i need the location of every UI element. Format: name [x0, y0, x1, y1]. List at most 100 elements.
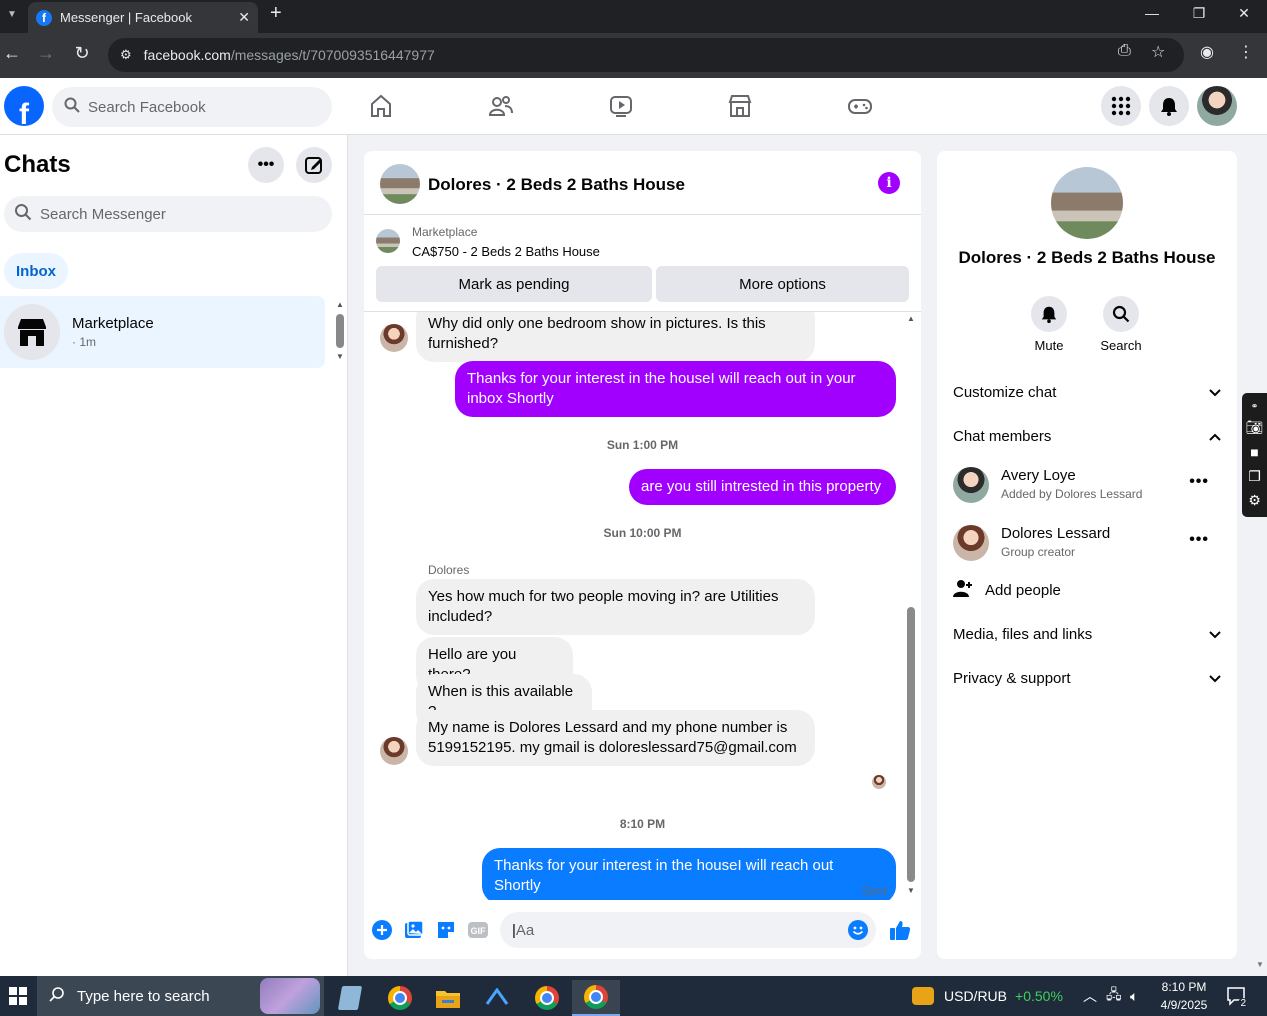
customize-chat-section[interactable]: Customize chat	[953, 378, 1221, 406]
chat-list-item-marketplace[interactable]: Marketplace · 1m	[0, 296, 325, 368]
new-tab-icon[interactable]: +	[270, 2, 282, 25]
new-message-compose-icon[interactable]	[296, 147, 332, 183]
scroll-down-arrow-icon[interactable]: ▼	[907, 886, 915, 895]
chrome-profile-app-icon[interactable]	[523, 980, 571, 1016]
more-actions-plus-icon[interactable]	[371, 919, 393, 941]
show-hidden-icons-chevron-icon[interactable]: ︿	[1083, 976, 1097, 1016]
message-input[interactable]: | Aa	[500, 912, 876, 948]
remote-desktop-icon[interactable]	[473, 980, 521, 1016]
facebook-logo-icon[interactable]: f	[4, 86, 44, 126]
privacy-support-section[interactable]: Privacy & support	[953, 664, 1221, 692]
minimize-icon[interactable]: —	[1129, 0, 1175, 26]
restore-icon[interactable]: ❐	[1176, 0, 1222, 26]
windows-start-icon[interactable]	[0, 976, 36, 1016]
back-icon[interactable]: ←	[0, 43, 24, 64]
chrome-app-icon[interactable]	[376, 980, 424, 1016]
sidebar-scrollbar[interactable]: ▲ ▼	[335, 300, 345, 362]
like-thumbs-up-icon[interactable]	[888, 918, 912, 942]
marketplace-store-icon	[4, 304, 60, 360]
notes-app-icon[interactable]	[326, 980, 374, 1016]
info-panel-avatar[interactable]	[1051, 167, 1123, 239]
gaming-icon[interactable]	[840, 90, 880, 122]
notification-center-icon[interactable]: 2	[1226, 986, 1248, 1009]
browser-menu-icon[interactable]: ⋮	[1238, 42, 1254, 62]
more-options-button[interactable]: More options	[656, 266, 909, 302]
video-camera-icon[interactable]: ■	[1250, 444, 1258, 460]
profile-icon[interactable]: ◉	[1200, 42, 1214, 62]
member-subtitle: Added by Dolores Lessard	[1001, 487, 1143, 501]
sticker-icon[interactable]	[435, 919, 457, 941]
chat-member-row[interactable]: Dolores Lessard Group creator •••	[953, 521, 1221, 565]
marketplace-listing-bar: Marketplace CA$750 - 2 Beds 2 Baths Hous…	[364, 216, 921, 312]
sidebar-scroll-thumb[interactable]	[336, 314, 344, 348]
emoji-icon[interactable]	[848, 920, 868, 944]
page-scroll-down-icon[interactable]: ▼	[1256, 960, 1264, 969]
media-files-links-section[interactable]: Media, files and links	[953, 620, 1221, 648]
reload-icon[interactable]: ↻	[70, 43, 94, 64]
search-label: Search	[1100, 338, 1142, 353]
site-info-icon[interactable]: ⚙	[120, 47, 132, 63]
listing-price-title[interactable]: CA$750 - 2 Beds 2 Baths House	[412, 244, 600, 259]
conversation-scrollbar[interactable]: ▲ ▼	[904, 312, 918, 900]
conversation-scroll-thumb[interactable]	[907, 607, 915, 882]
message-composer: GIF | Aa	[364, 911, 921, 951]
attach-photo-icon[interactable]	[403, 919, 425, 941]
volume-icon[interactable]: 🔈︎	[1130, 976, 1138, 1016]
scroll-up-arrow-icon[interactable]: ▲	[336, 300, 344, 309]
chats-title: Chats	[4, 151, 71, 178]
system-clock[interactable]: 8:10 PM 4/9/2025	[1154, 978, 1214, 1014]
screen-icon[interactable]: ❐	[1248, 468, 1261, 485]
member-more-icon[interactable]: •••	[1189, 531, 1209, 549]
messenger-search-input[interactable]: Search Messenger	[4, 196, 332, 232]
marketplace-icon[interactable]	[720, 90, 760, 122]
chrome-active-app-icon[interactable]	[572, 980, 620, 1016]
address-bar[interactable]: ⚙ facebook.com/messages/t/70700935164479…	[108, 38, 1184, 72]
gif-icon[interactable]: GIF	[467, 919, 489, 941]
camera-icon[interactable]: 📷︎	[1246, 419, 1264, 436]
file-explorer-icon[interactable]	[424, 980, 472, 1016]
mute-button[interactable]: Mute	[1019, 296, 1079, 353]
listing-thumbnail[interactable]	[376, 229, 400, 253]
add-people-button[interactable]: Add people	[953, 576, 1221, 604]
chat-members-section[interactable]: Chat members	[953, 422, 1221, 450]
search-in-conversation-button[interactable]: Search	[1091, 296, 1151, 353]
close-window-icon[interactable]: ✕	[1221, 0, 1267, 26]
forward-icon[interactable]: →	[34, 43, 58, 64]
conversation-info-icon[interactable]: i	[878, 172, 900, 194]
message-list: Why did only one bedroom show in picture…	[364, 312, 921, 900]
chat-name: Marketplace	[72, 315, 154, 332]
scroll-down-arrow-icon[interactable]: ▼	[336, 352, 344, 361]
home-icon[interactable]	[361, 90, 401, 122]
scroll-up-arrow-icon[interactable]: ▲	[907, 314, 915, 323]
install-app-icon[interactable]: ⎙	[1118, 42, 1131, 60]
chat-member-row[interactable]: Avery Loye Added by Dolores Lessard •••	[953, 463, 1221, 507]
friends-icon[interactable]	[481, 90, 521, 122]
menu-grid-icon[interactable]	[1101, 86, 1141, 126]
notifications-bell-icon[interactable]	[1149, 86, 1189, 126]
message-incoming: Yes how much for two people moving in? a…	[416, 579, 815, 635]
browser-tab[interactable]: f Messenger | Facebook ✕	[28, 2, 258, 33]
conversation-avatar[interactable]	[380, 164, 420, 204]
dolores-avatar[interactable]	[380, 737, 408, 765]
account-avatar[interactable]	[1197, 86, 1237, 126]
bookmark-star-icon[interactable]: ☆	[1151, 42, 1165, 62]
member-avatar[interactable]	[953, 525, 989, 561]
conversation-title[interactable]: Dolores · 2 Beds 2 Baths House	[428, 175, 685, 195]
taskbar-search-input[interactable]: Type here to search	[37, 976, 324, 1016]
network-icon[interactable]: 🖧︎	[1106, 976, 1122, 1016]
tab-search-chevron-icon[interactable]: ▼	[0, 0, 24, 28]
video-icon[interactable]	[601, 90, 641, 122]
currency-ticker[interactable]: USD/RUB +0.50%	[912, 976, 1063, 1016]
coins-icon	[912, 987, 934, 1005]
settings-gear-icon[interactable]: ⚙	[1248, 492, 1261, 509]
close-tab-icon[interactable]: ✕	[238, 9, 250, 26]
dolores-avatar[interactable]	[380, 324, 408, 352]
member-more-icon[interactable]: •••	[1189, 473, 1209, 491]
member-avatar[interactable]	[953, 467, 989, 503]
link-icon[interactable]: ⚭	[1251, 401, 1259, 412]
facebook-search-input[interactable]: Search Facebook	[52, 87, 332, 127]
message-incoming: My name is Dolores Lessard and my phone …	[416, 710, 815, 766]
chat-options-more-icon[interactable]: •••	[248, 147, 284, 183]
mark-as-pending-button[interactable]: Mark as pending	[376, 266, 652, 302]
inbox-filter-tab[interactable]: Inbox	[4, 253, 68, 289]
